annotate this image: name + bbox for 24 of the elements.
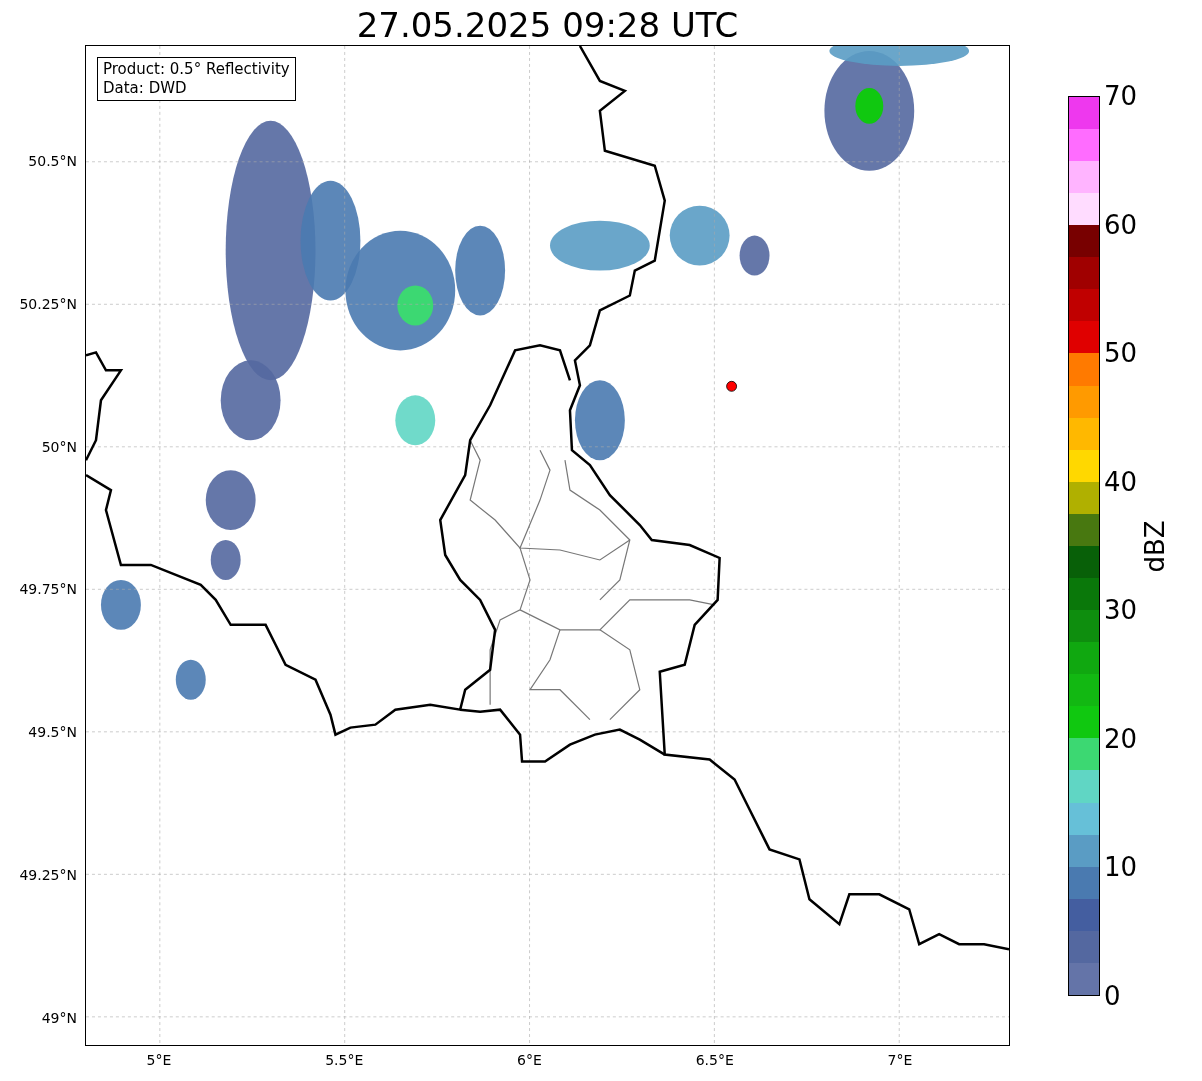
latitude-label: 50.5°N — [28, 153, 77, 169]
longitude-label: 5°E — [145, 1052, 173, 1068]
longitude-label: 6°E — [516, 1052, 543, 1068]
colorbar-tick-label: 50 — [1104, 338, 1138, 369]
longitude-label: 5.5°E — [324, 1052, 365, 1068]
latitude-label: 50°N — [41, 438, 77, 455]
latitude-label: 50.25°N — [19, 295, 77, 312]
colorbar-tick-label: 20 — [1104, 723, 1138, 754]
colorbar-label: dBZ — [1138, 519, 1171, 573]
longitude-label: 7°E — [886, 1052, 914, 1068]
colorbar-tick-label: 30 — [1104, 595, 1138, 626]
latitude-label: 49°N — [41, 1009, 77, 1026]
colorbar-tick-label: 60 — [1104, 209, 1138, 240]
colorbar-tick-label: 40 — [1104, 466, 1138, 497]
latitude-label: 49.5°N — [28, 724, 77, 741]
legend-text: Data: DWD — [103, 79, 188, 98]
colorbar-tick-label: 10 — [1104, 852, 1138, 883]
latitude-label: 49.25°N — [19, 867, 77, 883]
colorbar-tick-label: 0 — [1104, 981, 1121, 1011]
longitude-label: 6.5°E — [694, 1052, 735, 1068]
latitude-label: 49.75°N — [19, 581, 77, 598]
chart-title: 27.05.2025 09:28 UTC — [356, 5, 739, 45]
legend-text: Product: 0.5° Reflectivity — [103, 60, 290, 79]
colorbar-tick-label: 70 — [1104, 81, 1138, 111]
